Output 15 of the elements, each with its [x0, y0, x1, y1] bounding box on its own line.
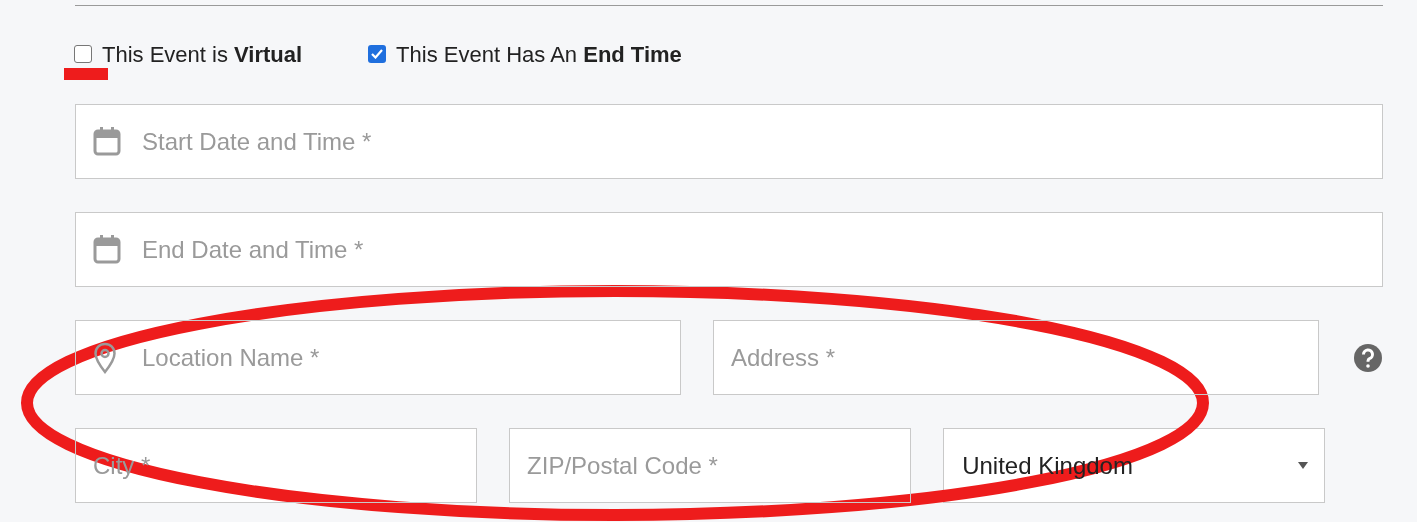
calendar-icon: [93, 126, 121, 156]
caret-icon: [1298, 462, 1308, 469]
help-icon[interactable]: [1353, 342, 1383, 373]
input-field[interactable]: End Date and Time *: [75, 212, 1383, 287]
annotation-underline: [64, 68, 108, 80]
checkbox-label: This Event is Virtual: [102, 40, 303, 69]
map-pin-icon: [93, 342, 117, 374]
input-field[interactable]: ZIP/Postal Code *: [509, 428, 912, 503]
checkbox[interactable]: [74, 45, 92, 63]
input-field[interactable]: Start Date and Time *: [75, 104, 1383, 179]
calendar-icon: [93, 234, 121, 264]
input-field[interactable]: Address *: [713, 320, 1319, 395]
checkbox-label: This Event Has An End Time: [396, 40, 682, 69]
input-field[interactable]: Location Name *: [75, 320, 681, 395]
checkbox[interactable]: [368, 45, 387, 63]
